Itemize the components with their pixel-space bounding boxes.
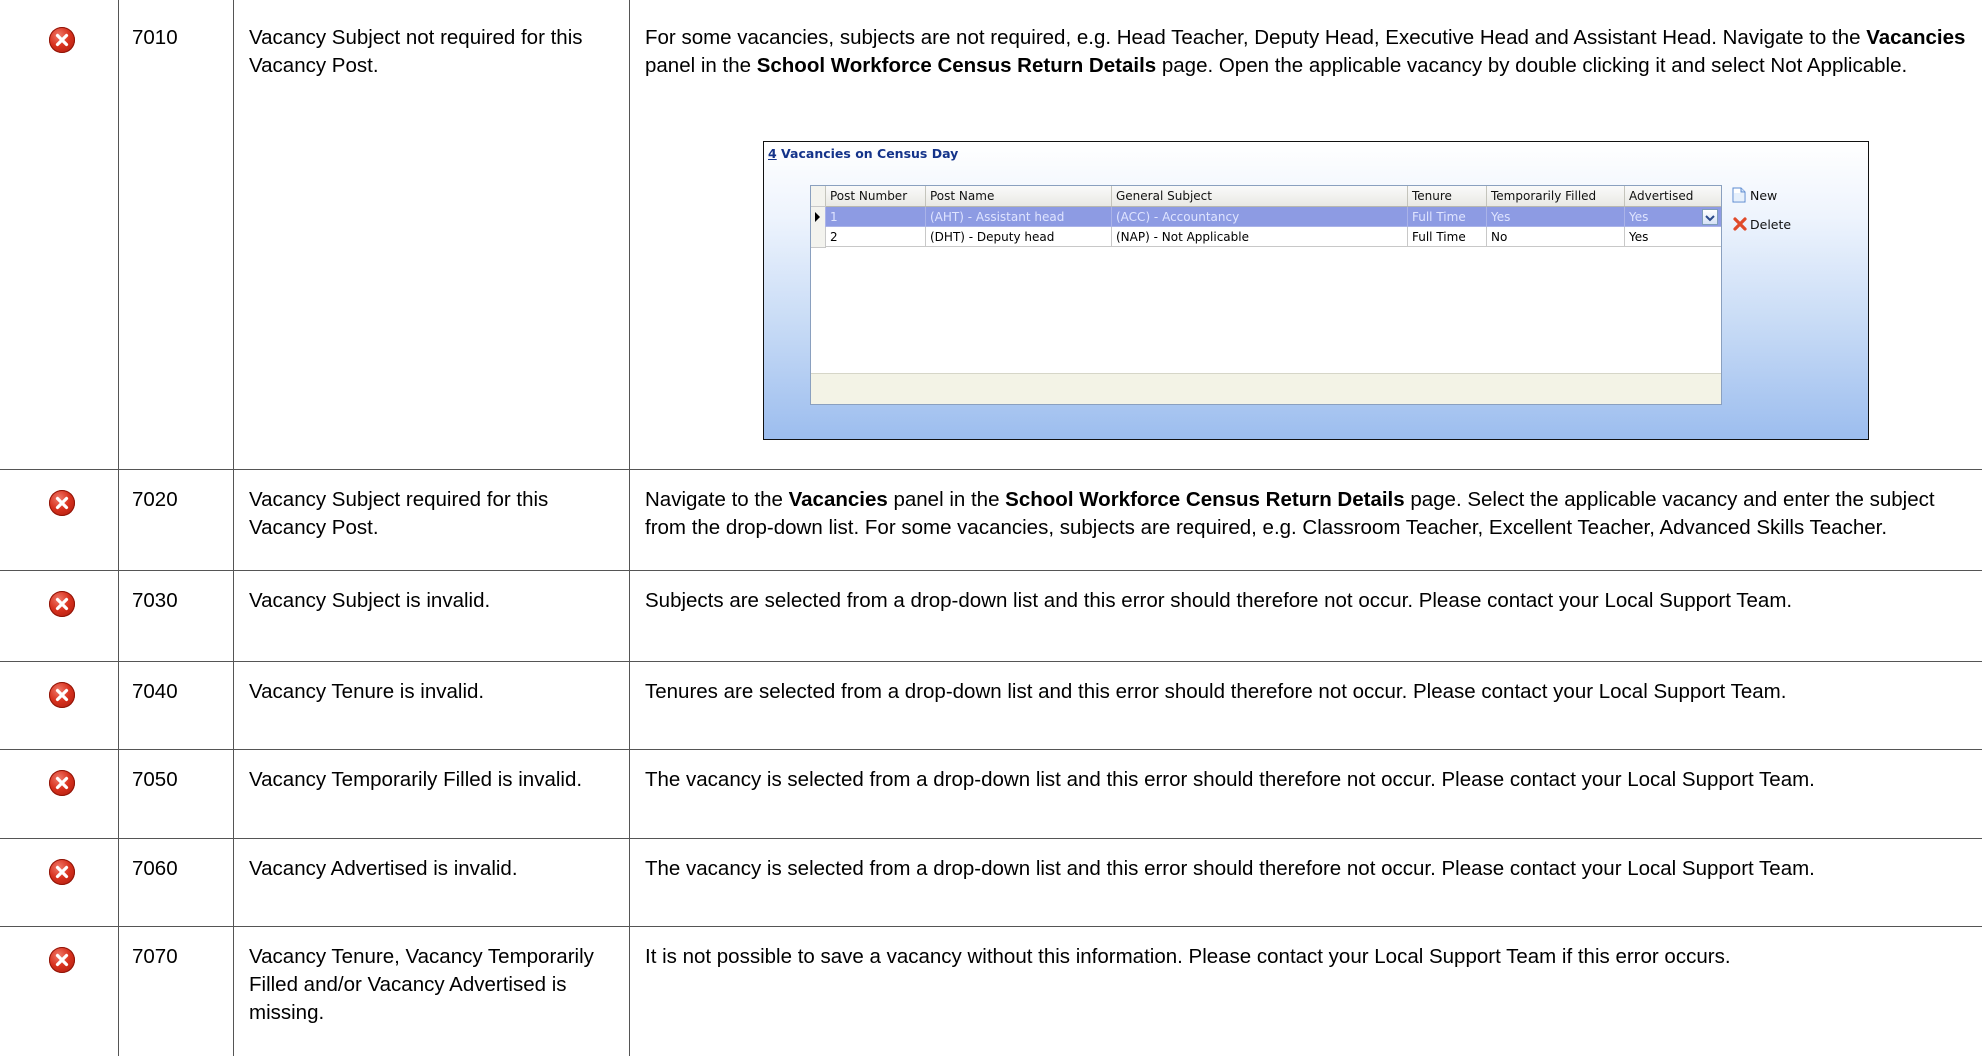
new-button-label: New: [1750, 188, 1778, 203]
grid-cell[interactable]: 1: [825, 207, 925, 227]
column-header-general-subject[interactable]: General Subject: [1111, 186, 1407, 206]
solution-bold-text: School Workforce Census Return Details: [1005, 488, 1405, 511]
delete-button-label: Delete: [1750, 217, 1792, 232]
solution-bold-text: School Workforce Census Return Details: [756, 54, 1157, 77]
delete-x-icon: [1733, 217, 1747, 231]
column-header-temporarily-filled[interactable]: Temporarily Filled: [1486, 186, 1624, 206]
column-divider: [233, 0, 234, 1056]
solution-bold-text: Vacancies: [788, 488, 888, 511]
column-divider: [118, 0, 119, 1056]
row-divider: [0, 926, 1982, 927]
solution-text: It is not possible to save a vacancy wit…: [645, 945, 1731, 968]
error-solution: Tenures are selected from a drop-down li…: [645, 678, 1977, 706]
error-message: Vacancy Subject is invalid.: [249, 589, 491, 612]
error-solution: Navigate to the Vacancies panel in the S…: [645, 486, 1977, 542]
row-divider: [0, 570, 1982, 571]
error-message: Vacancy Tenure, Vacancy Temporarily Fill…: [249, 945, 594, 1024]
grid-footer: [811, 373, 1721, 404]
row-divider: [0, 838, 1982, 839]
error-code: 7040: [132, 680, 178, 703]
row-pointer-icon: [815, 212, 820, 222]
new-document-icon: [1732, 187, 1746, 203]
column-header-advertised[interactable]: Advertised: [1624, 186, 1721, 206]
new-button[interactable]: New: [1732, 187, 1777, 203]
error-solution: It is not possible to save a vacancy wit…: [645, 943, 1977, 971]
solution-text: panel in the: [645, 54, 757, 77]
error-message: Vacancy Subject required for this Vacanc…: [249, 488, 549, 539]
solution-bold-text: Vacancies: [1866, 26, 1966, 49]
column-header-tenure[interactable]: Tenure: [1407, 186, 1486, 206]
error-solution: For some vacancies, subjects are not req…: [645, 24, 1977, 80]
error-code: 7030: [132, 589, 178, 612]
error-icon: [49, 490, 75, 516]
grid-cell[interactable]: (ACC) - Accountancy: [1111, 207, 1407, 227]
vacancies-grid: Post Number Post Name General Subject Te…: [810, 185, 1722, 405]
row-divider: [0, 469, 1982, 470]
error-message: Vacancy Temporarily Filled is invalid.: [249, 768, 583, 791]
solution-text: Subjects are selected from a drop-down l…: [645, 589, 1793, 612]
chevron-down-icon: [1705, 215, 1715, 222]
solution-text: Navigate to the: [645, 488, 789, 511]
vacancies-panel-screenshot: 4 Vacancies on Census Day Post Number Po…: [763, 141, 1869, 440]
error-code: 7060: [132, 857, 178, 880]
delete-button[interactable]: Delete: [1732, 216, 1791, 232]
error-icon: [49, 947, 75, 973]
error-icon: [49, 770, 75, 796]
error-icon: [49, 682, 75, 708]
grid-cell[interactable]: Full Time: [1407, 227, 1486, 247]
error-icon: [49, 859, 75, 885]
grid-row[interactable]: 2 (DHT) - Deputy head (NAP) - Not Applicab…: [811, 227, 1721, 248]
solution-text: page. Open the applicable vacancy by dou…: [1156, 54, 1908, 77]
error-message: Vacancy Tenure is invalid.: [249, 680, 485, 703]
advertised-dropdown[interactable]: [1702, 209, 1718, 225]
error-solution: The vacancy is selected from a drop-down…: [645, 855, 1977, 883]
solution-text: Tenures are selected from a drop-down li…: [645, 680, 1787, 703]
column-divider: [629, 0, 630, 1056]
row-divider: [0, 661, 1982, 662]
error-message: Vacancy Subject not required for this Va…: [249, 26, 583, 77]
column-header-post-name[interactable]: Post Name: [925, 186, 1111, 206]
column-header-post-number[interactable]: Post Number: [825, 186, 925, 206]
grid-cell[interactable]: Yes: [1624, 227, 1721, 247]
grid-cell[interactable]: Yes: [1486, 207, 1624, 227]
grid-cell[interactable]: (AHT) - Assistant head: [925, 207, 1111, 227]
panel-title: 4 Vacancies on Census Day: [768, 146, 959, 161]
error-message: Vacancy Advertised is invalid.: [249, 857, 518, 880]
error-icon: [49, 27, 75, 53]
row-header[interactable]: [811, 207, 826, 228]
grid-cell[interactable]: No: [1486, 227, 1624, 247]
solution-text: panel in the: [887, 488, 1006, 511]
row-header-corner: [811, 186, 826, 207]
grid-cell[interactable]: Full Time: [1407, 207, 1486, 227]
error-solution: The vacancy is selected from a drop-down…: [645, 766, 1977, 794]
grid-cell[interactable]: (NAP) - Not Applicable: [1111, 227, 1407, 247]
error-code: 7070: [132, 945, 178, 968]
error-code: 7050: [132, 768, 178, 791]
grid-cell[interactable]: (DHT) - Deputy head: [925, 227, 1111, 247]
grid-row[interactable]: 1 (AHT) - Assistant head (ACC) - Accountan…: [811, 207, 1721, 228]
grid-header: Post Number Post Name General Subject Te…: [811, 186, 1721, 207]
solution-text: The vacancy is selected from a drop-down…: [645, 857, 1815, 880]
row-divider: [0, 749, 1982, 750]
error-solution: Subjects are selected from a drop-down l…: [645, 587, 1977, 615]
solution-text: For some vacancies, subjects are not req…: [645, 26, 1867, 49]
error-code: 7010: [132, 26, 178, 49]
grid-cell[interactable]: 2: [825, 227, 925, 247]
row-header[interactable]: [811, 227, 826, 248]
error-icon: [49, 591, 75, 617]
solution-text: The vacancy is selected from a drop-down…: [645, 768, 1815, 791]
error-code: 7020: [132, 488, 178, 511]
